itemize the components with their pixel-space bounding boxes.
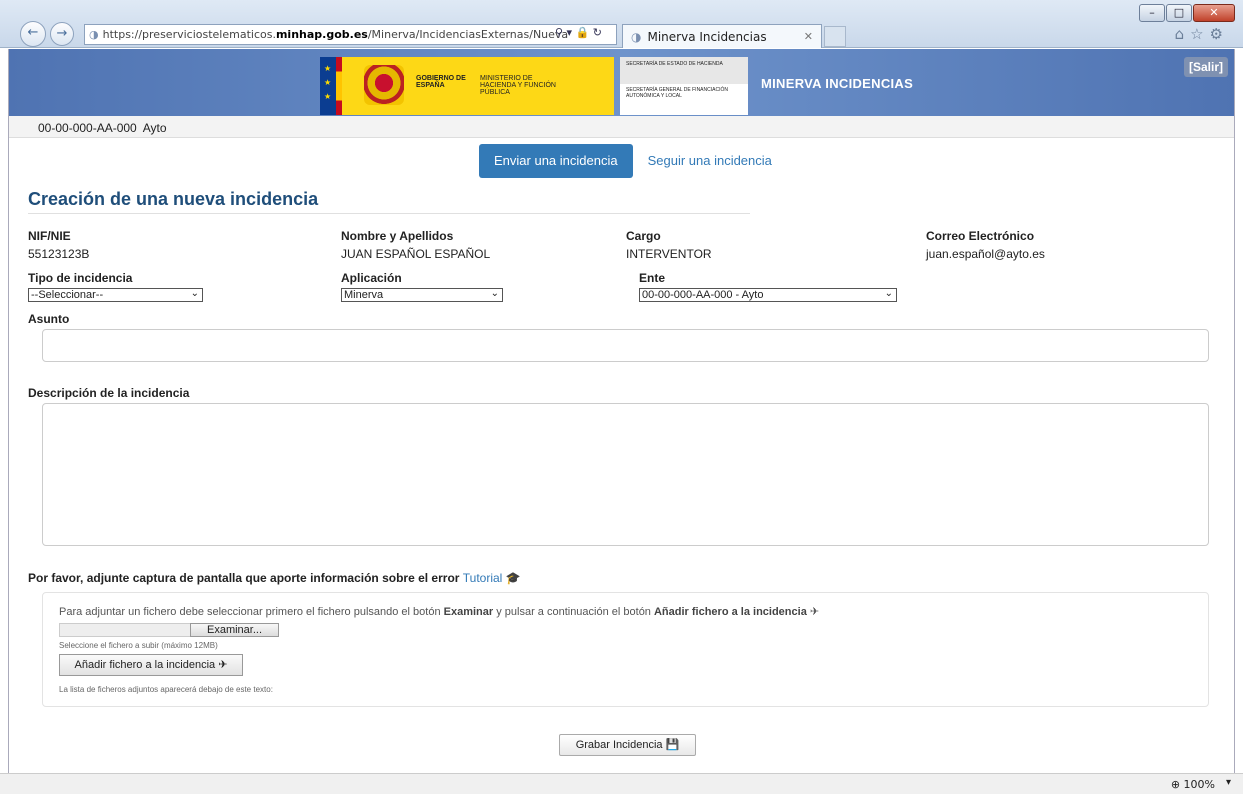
upload-help-part2: y pulsar a continuación el botón — [493, 606, 654, 618]
asunto-label: Asunto — [28, 312, 70, 326]
graduation-cap-icon: 🎓 — [505, 571, 521, 585]
description-textarea[interactable] — [42, 403, 1209, 546]
cargo-label: Cargo — [626, 229, 661, 243]
nif-value: 55123123B — [28, 247, 90, 261]
upload-help-text: Para adjuntar un fichero debe selecciona… — [59, 605, 819, 618]
browse-button[interactable]: Examinar... — [190, 623, 279, 637]
site-icon: ◑ — [89, 28, 99, 41]
attach-prompt-text: Por favor, adjunte captura de pantalla q… — [28, 571, 460, 585]
address-bar-icons[interactable]: ⚲ ▾ 🔒 ↻ — [555, 26, 602, 39]
secretaria-estado-text: SECRETARÍA DE ESTADO DE HACIENDA — [620, 57, 748, 84]
settings-gear-icon[interactable]: ⚙ — [1210, 25, 1229, 43]
tipo-select[interactable]: --Seleccionar-- ⌄ — [28, 288, 203, 302]
zoom-level: 100% — [1183, 778, 1215, 791]
coat-of-arms-icon — [364, 65, 404, 105]
new-tab-button[interactable] — [824, 26, 846, 47]
secretaria-general-text: SECRETARÍA GENERAL DE FINANCIACIÓN AUTON… — [626, 87, 728, 99]
home-icon[interactable]: ⌂ — [1175, 25, 1191, 43]
page-title: Creación de una nueva incidencia — [28, 189, 319, 209]
zoom-icon: ⊕ — [1170, 778, 1181, 791]
ministerio-text: MINISTERIO DE HACIENDA Y FUNCIÓN PÚBLICA — [480, 75, 556, 96]
upload-help-examinar: Examinar — [443, 606, 494, 618]
close-window-icon[interactable]: ✕ — [1193, 4, 1235, 22]
address-bar[interactable]: ◑ https://preserviciostelematicos. minhap… — [84, 24, 617, 45]
nif-label: NIF/NIE — [28, 229, 71, 243]
upload-help-add: Añadir fichero a la incidencia — [653, 606, 807, 618]
back-arrow-icon[interactable]: ← — [20, 21, 46, 47]
browser-tab[interactable]: ◑ Minerva Incidencias ✕ — [622, 24, 822, 48]
secretaria-logo: SECRETARÍA DE ESTADO DE HACIENDA SECRETA… — [620, 57, 748, 115]
paper-plane-icon: ✈ — [809, 606, 820, 618]
tab-send-incident[interactable]: Enviar una incidencia — [479, 144, 633, 178]
ente-select-value: 00-00-000-AA-000 - Ayto — [642, 289, 764, 301]
forward-arrow-icon[interactable]: → — [50, 22, 74, 46]
tab-close-icon[interactable]: ✕ — [804, 30, 813, 43]
header-banner: ★ ★ ★ GOBIERNO DE ESPAÑA MINISTERIO DE H… — [9, 49, 1234, 116]
user-entity: 00-00-000-AA-000 Ayto — [38, 121, 167, 135]
maximize-icon[interactable]: □ — [1166, 4, 1192, 22]
email-value: juan.español@ayto.es — [926, 247, 1045, 261]
tutorial-link-label: Tutorial — [462, 571, 503, 585]
browser-titlebar: – □ ✕ ← → ◑ https://preserviciostelemati… — [0, 0, 1243, 48]
upload-panel: Para adjuntar un fichero debe selecciona… — [42, 592, 1209, 707]
minimize-icon[interactable]: – — [1139, 4, 1165, 22]
email-label: Correo Electrónico — [926, 229, 1035, 243]
spain-flag-icon — [336, 57, 342, 115]
app-label: Aplicación — [341, 271, 402, 285]
eu-flag-icon: ★ ★ ★ — [320, 57, 336, 115]
chevron-down-icon: ⌄ — [490, 288, 499, 299]
chevron-down-icon: ⌄ — [884, 288, 893, 299]
refresh-icon[interactable]: ↻ — [593, 26, 602, 39]
tab-site-icon: ◑ — [631, 29, 642, 44]
nav-tabs: Enviar una incidencia Seguir una inciden… — [479, 144, 787, 178]
attach-prompt: Por favor, adjunte captura de pantalla q… — [28, 571, 521, 585]
save-incident-button[interactable]: Grabar Incidencia 💾 — [559, 734, 696, 756]
ente-select[interactable]: 00-00-000-AA-000 - Ayto ⌄ — [639, 288, 897, 302]
browser-toolbar-icons: ⌂☆⚙ — [1175, 25, 1229, 43]
add-file-button-label: Añadir fichero a la incidencia — [74, 659, 216, 671]
tab-follow-incident[interactable]: Seguir una incidencia — [633, 144, 787, 178]
cargo-value: INTERVENTOR — [626, 247, 712, 261]
ente-label: Ente — [639, 271, 666, 285]
chevron-down-icon[interactable]: ▾ — [1226, 777, 1231, 788]
gobierno-logo: ★ ★ ★ GOBIERNO DE ESPAÑA MINISTERIO DE H… — [320, 57, 614, 115]
name-label: Nombre y Apellidos — [341, 229, 454, 243]
paper-plane-icon: ✈ — [218, 659, 228, 671]
chevron-down-icon: ⌄ — [190, 288, 199, 299]
url-prefix: https://preserviciostelematicos. — [102, 28, 276, 41]
tutorial-link[interactable]: Tutorial 🎓 — [463, 571, 521, 585]
app-title: MINERVA INCIDENCIAS — [761, 76, 914, 91]
logout-button[interactable]: [Salir] — [1183, 57, 1228, 77]
page-content: ★ ★ ★ GOBIERNO DE ESPAÑA MINISTERIO DE H… — [8, 49, 1235, 773]
tipo-select-value: --Seleccionar-- — [31, 289, 104, 301]
asunto-input[interactable] — [42, 329, 1209, 362]
lock-icon[interactable]: 🔒 — [576, 26, 590, 39]
favorites-star-icon[interactable]: ☆ — [1190, 25, 1209, 43]
title-divider — [28, 213, 750, 214]
attachments-list-note: La lista de ficheros adjuntos aparecerá … — [59, 685, 273, 694]
search-icon[interactable]: ⚲ ▾ — [555, 26, 572, 39]
url-domain: minhap.gob.es — [275, 28, 368, 41]
tipo-label: Tipo de incidencia — [28, 271, 133, 285]
file-size-note: Seleccione el fichero a subir (máximo 12… — [59, 641, 218, 650]
tab-title: Minerva Incidencias — [647, 29, 767, 44]
user-entity-bar: 00-00-000-AA-000 Ayto — [9, 116, 1234, 138]
window-controls: – □ ✕ — [1138, 4, 1235, 22]
save-incident-button-label: Grabar Incidencia — [575, 739, 663, 751]
upload-help-part1: Para adjuntar un fichero debe selecciona… — [59, 606, 444, 618]
app-select-value: Minerva — [344, 289, 384, 301]
zoom-control[interactable]: ⊕ 100% — [1171, 778, 1215, 791]
app-select[interactable]: Minerva ⌄ — [341, 288, 503, 302]
gobierno-text: GOBIERNO DE ESPAÑA — [416, 75, 466, 89]
add-file-button[interactable]: Añadir fichero a la incidencia ✈ — [59, 654, 243, 676]
name-value: JUAN ESPAÑOL ESPAÑOL — [341, 247, 491, 261]
browser-statusbar: ⊕ 100% ▾ — [0, 773, 1243, 794]
url-path: /Minerva/IncidenciasExternas/Nueva — [367, 28, 569, 41]
floppy-disk-icon: 💾 — [665, 739, 680, 751]
description-label: Descripción de la incidencia — [28, 386, 190, 400]
